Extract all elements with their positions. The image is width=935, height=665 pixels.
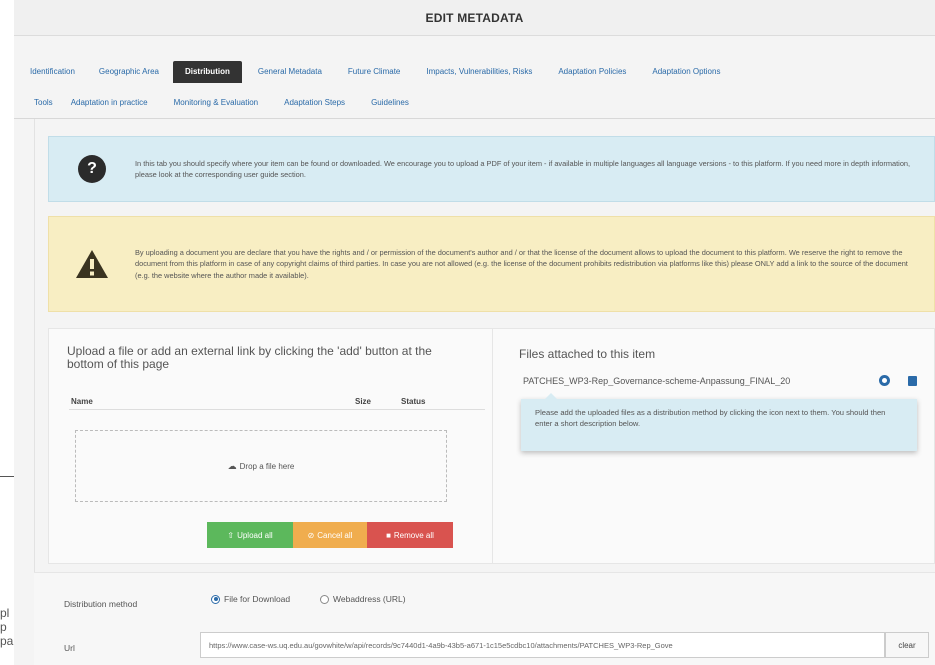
tab-geographic-area[interactable]: Geographic Area: [91, 61, 167, 83]
attached-files-title: Files attached to this item: [519, 347, 656, 361]
tab-monitoring-evaluation[interactable]: Monitoring & Evaluation: [166, 92, 267, 114]
radio-webaddress[interactable]: Webaddress (URL): [320, 594, 406, 604]
warning-icon: [76, 250, 108, 278]
tab-distribution[interactable]: Distribution: [172, 61, 242, 83]
tab-tools[interactable]: Tools: [26, 92, 61, 114]
add-distribution-tooltip: Please add the uploaded files as a distr…: [521, 393, 917, 451]
tab-row-secondary: Tools Adaptation in practice Monitoring …: [26, 92, 417, 114]
upload-icon: ⇧: [227, 530, 235, 540]
radio-file-for-download[interactable]: File for Download: [211, 594, 290, 604]
upload-section: Upload a file or add an external link by…: [48, 328, 493, 564]
file-dropzone[interactable]: ☁ Drop a file here: [75, 430, 447, 502]
tab-adaptation-steps[interactable]: Adaptation Steps: [276, 92, 353, 114]
cancel-all-label: Cancel all: [317, 530, 353, 540]
background-text-fragment: pl: [0, 606, 10, 620]
tab-adaptation-options[interactable]: Adaptation Options: [644, 61, 728, 83]
upload-all-button[interactable]: ⇧ Upload all: [207, 522, 293, 548]
attached-file-row: PATCHES_WP3-Rep_Governance-scheme-Anpass…: [523, 375, 923, 386]
radio-file-for-download-label: File for Download: [224, 594, 291, 604]
table-header-divider: [69, 409, 485, 410]
remove-all-button[interactable]: ■ Remove all: [367, 522, 453, 548]
radio-selected-icon: [211, 594, 220, 604]
dropzone-label: Drop a file here: [239, 461, 295, 471]
column-header-name: Name: [71, 397, 93, 406]
question-icon: ?: [78, 155, 106, 183]
tab-guidelines[interactable]: Guidelines: [363, 92, 417, 114]
upload-actions: ⇧ Upload all ⊘ Cancel all ■ Remove all: [207, 522, 453, 548]
warning-alert-text: By uploading a document you are declare …: [135, 247, 908, 280]
column-header-size: Size: [355, 397, 372, 406]
url-input[interactable]: https://www.case-ws.uq.edu.au/govwhite/w…: [200, 632, 885, 658]
cancel-all-button[interactable]: ⊘ Cancel all: [293, 522, 367, 548]
cancel-icon: ⊘: [307, 530, 315, 540]
upload-all-label: Upload all: [237, 530, 273, 540]
gear-icon[interactable]: [879, 375, 890, 386]
tab-general-metadata[interactable]: General Metadata: [250, 61, 330, 83]
tab-future-climate[interactable]: Future Climate: [340, 61, 408, 83]
upload-cloud-icon: ☁: [227, 460, 237, 471]
url-label: Url: [64, 643, 75, 653]
distribution-method-label: Distribution method: [64, 599, 138, 609]
tab-adaptation-in-practice[interactable]: Adaptation in practice: [63, 92, 156, 114]
tab-adaptation-policies[interactable]: Adaptation Policies: [550, 61, 634, 83]
remove-all-label: Remove all: [393, 530, 434, 540]
warning-alert: By uploading a document you are declare …: [48, 216, 935, 312]
radio-webaddress-label: Webaddress (URL): [333, 594, 406, 604]
upload-instructions: Upload a file or add an external link by…: [67, 344, 432, 371]
clear-url-button[interactable]: clear: [885, 632, 929, 658]
info-alert: ? In this tab you should specify where y…: [48, 136, 935, 202]
tab-identification[interactable]: Identification: [26, 61, 83, 83]
background-text-fragment: pa: [0, 634, 14, 648]
background-text-fragment: p: [0, 620, 7, 634]
attached-files-section: Files attached to this item PATCHES_WP3-…: [493, 328, 935, 564]
trash-icon[interactable]: [908, 375, 917, 386]
column-header-status: Status: [401, 397, 426, 406]
radio-unselected-icon: [320, 594, 329, 604]
tab-row-primary: Identification Geographic Area Distribut…: [26, 61, 728, 83]
trash-icon: ■: [386, 530, 391, 540]
tab-impacts[interactable]: Impacts, Vulnerabilities, Risks: [418, 61, 540, 83]
info-alert-text: In this tab you should specify where you…: [135, 158, 911, 180]
attached-file-name[interactable]: PATCHES_WP3-Rep_Governance-scheme-Anpass…: [523, 376, 869, 386]
modal-title: EDIT METADATA: [14, 0, 935, 36]
